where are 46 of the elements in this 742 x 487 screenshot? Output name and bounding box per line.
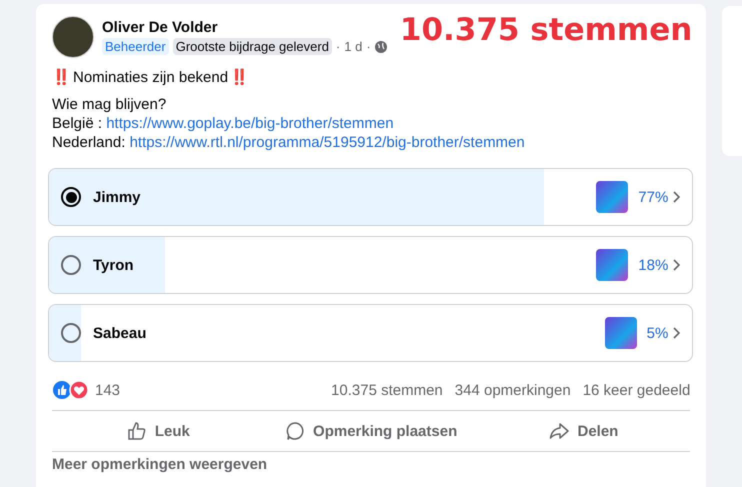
poll-option[interactable]: Tyron 18% [48, 236, 694, 294]
poll-option[interactable]: Jimmy 77% [48, 168, 694, 226]
link-label: Nederland: [52, 134, 126, 151]
radio-button[interactable] [61, 255, 81, 275]
option-name: Sabeau [93, 324, 148, 342]
post-link[interactable]: https://www.rtl.nl/programma/5195912/big-brother/stemmen [130, 134, 525, 151]
speech-bubble-icon [285, 421, 306, 441]
avatar[interactable] [52, 16, 94, 58]
post-headline: Nominaties zijn bekend [73, 68, 228, 87]
post-time[interactable]: 1 d [344, 39, 362, 54]
post-link[interactable]: https://www.goplay.be/big-brother/stemmen [106, 115, 394, 132]
post-question: Wie mag blijven? [52, 95, 168, 114]
author-name[interactable]: Oliver De Volder [102, 19, 387, 36]
more-comments-link[interactable]: Meer opmerkingen weergeven [52, 456, 690, 473]
link-label: België : [52, 115, 102, 132]
chevron-right-icon [672, 327, 680, 339]
share-arrow-icon [549, 421, 570, 441]
radio-button[interactable] [61, 323, 81, 343]
reaction-icons[interactable] [52, 380, 90, 400]
separator-dot: · [366, 39, 371, 54]
radio-button[interactable] [61, 187, 81, 207]
chevron-right-icon [672, 191, 680, 203]
exclamation-icon: ‼ [230, 68, 250, 87]
comment-count[interactable]: 344 opmerkingen [454, 382, 571, 398]
award-badge: Grootste bijdrage geleverd [172, 38, 332, 55]
vote-percentage[interactable]: 18% [638, 256, 668, 274]
photo-placeholder [604, 317, 637, 349]
photo-placeholder [596, 181, 628, 213]
vote-count[interactable]: 10.375 stemmen [331, 382, 443, 398]
role-badge: Beheerder [102, 38, 169, 55]
share-count[interactable]: 16 keer gedeeld [582, 382, 690, 398]
overlay-title: 10.375 stemmen [400, 12, 692, 48]
thumbs-up-icon [126, 421, 147, 441]
vote-percentage[interactable]: 77% [638, 188, 668, 206]
exclamation-icon: ‼ [52, 68, 71, 87]
poll-option[interactable]: Sabeau 5% [48, 304, 694, 362]
vote-percentage[interactable]: 5% [646, 324, 668, 342]
separator-dot: · [336, 39, 340, 54]
like-button[interactable]: Leuk [52, 411, 265, 451]
photo-placeholder [596, 249, 628, 281]
reaction-count[interactable]: 143 [95, 382, 120, 398]
option-name: Jimmy [93, 188, 142, 206]
share-button[interactable]: Delen [478, 411, 690, 451]
chevron-right-icon [672, 259, 680, 271]
comment-button[interactable]: Opmerking plaatsen [264, 411, 478, 451]
option-name: Tyron [93, 256, 135, 274]
